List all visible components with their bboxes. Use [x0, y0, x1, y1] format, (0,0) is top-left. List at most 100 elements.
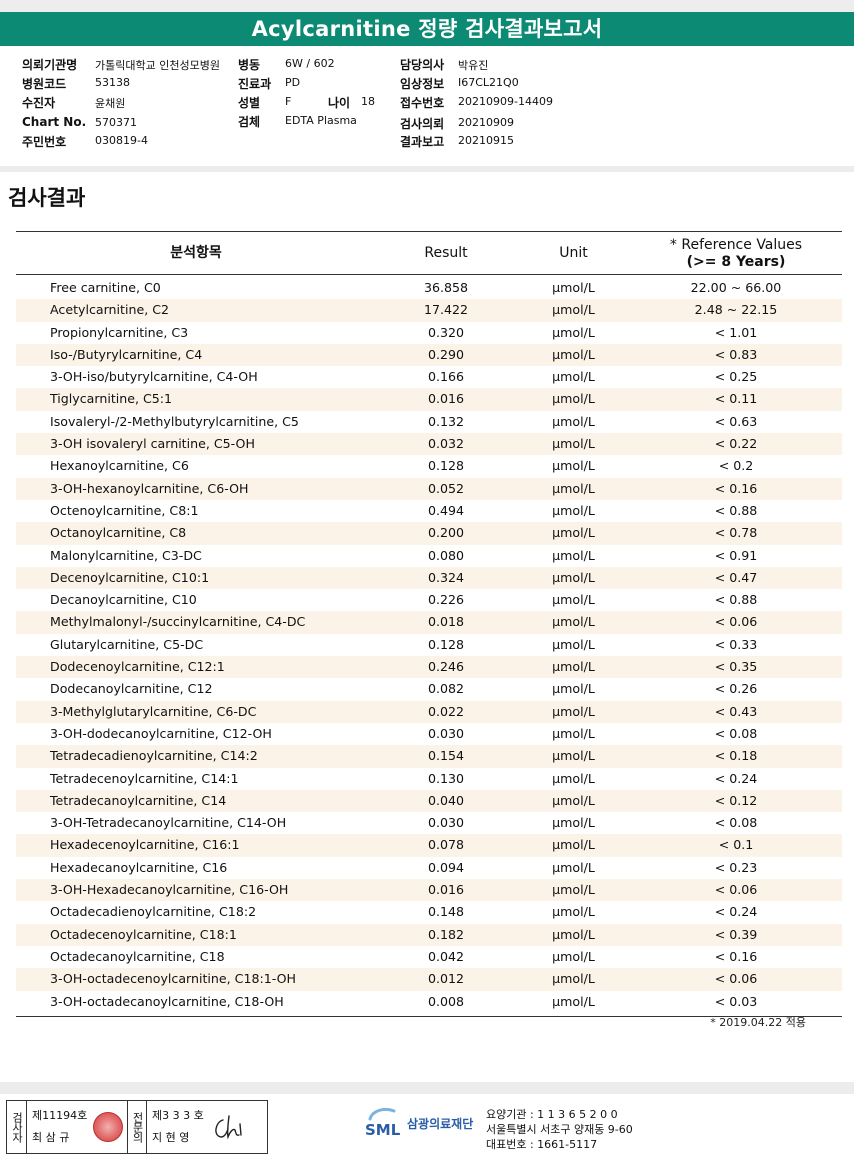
- analyte-name: 3-OH-hexanoylcarnitine, C6-OH: [50, 480, 249, 496]
- info-label: 의뢰기관명: [22, 58, 78, 72]
- result-value: 0.132: [427, 413, 465, 429]
- analyte-name: Octadecenoylcarnitine, C18:1: [50, 926, 237, 942]
- analyte-name: Propionylcarnitine, C3: [50, 324, 189, 340]
- analyte-name: 3-Methylglutarylcarnitine, C6-DC: [50, 703, 257, 719]
- header-item: 분석항목: [170, 245, 222, 261]
- table-row: Glutarylcarnitine, C5-DC 0.128 µmol/L < 0.3…: [16, 634, 842, 656]
- unit-value: µmol/L: [552, 436, 595, 452]
- info-value: 6W / 602: [285, 57, 335, 70]
- result-value: 0.080: [427, 547, 465, 563]
- reference-value: < 0.08: [714, 725, 758, 741]
- table-row: Isovaleryl-/2-Methylbutyrylcarnitine, C5…: [16, 411, 842, 433]
- analyte-name: Tetradecanoylcarnitine, C14: [50, 792, 227, 808]
- analyte-name: 3-OH-octadecenoylcarnitine, C18:1-OH: [50, 971, 297, 987]
- signature-icon: [215, 1115, 242, 1140]
- analyte-name: Dodecanoylcarnitine, C12: [50, 681, 213, 697]
- signer-role-label: 전문의: [127, 1101, 147, 1153]
- result-value: 36.858: [423, 280, 469, 295]
- reference-value: < 0.23: [714, 859, 758, 875]
- result-value: 0.022: [427, 703, 465, 719]
- analyte-name: 3-OH-octadecanoylcarnitine, C18-OH: [50, 993, 284, 1009]
- analyte-name: 3-OH-Hexadecanoylcarnitine, C16-OH: [50, 882, 289, 898]
- info-label: Chart No.: [22, 115, 87, 129]
- unit-value: µmol/L: [552, 636, 595, 652]
- table-header: 분석항목 Result Unit * Reference Values (>= …: [16, 232, 842, 275]
- unit-value: µmol/L: [552, 904, 595, 920]
- reference-value: < 0.43: [714, 703, 758, 719]
- unit-value: µmol/L: [552, 346, 595, 362]
- result-value: 0.130: [427, 770, 465, 786]
- header-reference-line2: (>= 8 Years): [686, 253, 786, 270]
- table-row: Hexadecenoylcarnitine, C16:1 0.078 µmol/L <…: [16, 834, 842, 857]
- info-value: EDTA Plasma: [285, 114, 357, 127]
- info-value: 20210909: [458, 116, 514, 129]
- unit-value: µmol/L: [552, 926, 595, 942]
- unit-value: µmol/L: [552, 837, 595, 853]
- table-row: Octadecanoylcarnitine, C18 0.042 µmol/L < 0…: [16, 946, 842, 968]
- table-body: Free carnitine, C0 36.858 µmol/L 22.00 ~ 66…: [16, 275, 842, 1016]
- unit-value: µmol/L: [552, 748, 595, 764]
- table-row: Tetradecenoylcarnitine, C14:1 0.130 µmol/L…: [16, 768, 842, 790]
- result-value: 0.226: [427, 592, 465, 608]
- reference-value: < 0.25: [714, 369, 758, 385]
- result-value: 0.200: [427, 525, 465, 541]
- result-value: 0.094: [427, 859, 465, 875]
- analyte-name: Iso-/Butyrylcarnitine, C4: [50, 346, 203, 362]
- signer-license: 제3 3 3 호: [152, 1109, 204, 1122]
- info-label: 나이: [328, 96, 351, 110]
- unit-value: µmol/L: [552, 725, 595, 741]
- section-title: 검사결과: [8, 186, 86, 210]
- unit-value: µmol/L: [552, 614, 595, 630]
- info-value: PD: [285, 76, 301, 89]
- organization-address: 서울특별시 서초구 양재동 9-60: [486, 1123, 633, 1136]
- info-label: 병원코드: [22, 77, 67, 91]
- result-value: 0.182: [427, 926, 465, 942]
- analyte-name: Hexanoylcarnitine, C6: [50, 458, 189, 474]
- result-value: 0.290: [427, 346, 465, 362]
- result-value: 0.246: [427, 659, 465, 675]
- table-row: 3-OH-dodecanoylcarnitine, C12-OH 0.030 µmo…: [16, 723, 842, 745]
- reference-value: < 0.24: [714, 770, 758, 786]
- analyte-name: Decanoylcarnitine, C10: [50, 592, 197, 608]
- table-row: Propionylcarnitine, C3 0.320 µmol/L < 1.01: [16, 322, 842, 344]
- analyte-name: 3-OH-iso/butyrylcarnitine, C4-OH: [50, 369, 258, 385]
- table-row: Octadecenoylcarnitine, C18:1 0.182 µmol/L <…: [16, 923, 842, 946]
- signer-role-label: 검사자: [7, 1101, 27, 1153]
- reference-value: < 0.33: [714, 636, 758, 652]
- result-value: 0.030: [427, 815, 465, 831]
- table-row: 3-OH-Hexadecanoylcarnitine, C16-OH 0.016 µ…: [16, 879, 842, 902]
- table-row: Tetradecanoylcarnitine, C14 0.040 µmol/L < …: [16, 789, 842, 813]
- table-row: Acetylcarnitine, C2 17.422 µmol/L 2.48 ~ 22…: [16, 299, 842, 322]
- reference-value: < 0.06: [714, 614, 758, 630]
- patient-info-panel: 의뢰기관명 가톨릭대학교 인천성모병원 병원코드 53138 수진자 윤채원 C…: [0, 46, 854, 166]
- info-value: 570371: [95, 116, 137, 129]
- reference-value: < 0.16: [714, 948, 758, 964]
- info-value: 가톨릭대학교 인천성모병원: [95, 59, 220, 72]
- analyte-name: Acetylcarnitine, C2: [50, 302, 170, 318]
- table-row: 3-OH-Tetradecanoylcarnitine, C14-OH 0.030…: [16, 812, 842, 834]
- unit-value: µmol/L: [552, 413, 595, 429]
- organization-phone: 대표번호 : 1661-5117: [486, 1138, 598, 1151]
- analyte-name: Octenoylcarnitine, C8:1: [50, 502, 199, 518]
- analyte-name: Tiglycarnitine, C5:1: [50, 391, 173, 407]
- info-value: 53138: [95, 76, 130, 89]
- analyte-name: Hexadecenoylcarnitine, C16:1: [50, 837, 240, 853]
- organization-logo: SML 삼광의료재단: [364, 1105, 473, 1141]
- reference-value: < 0.03: [714, 993, 758, 1009]
- result-value: 0.018: [427, 614, 465, 630]
- analyte-name: 3-OH-Tetradecanoylcarnitine, C14-OH: [50, 815, 287, 831]
- info-label: 수진자: [22, 96, 56, 110]
- info-label: 결과보고: [400, 135, 445, 149]
- unit-value: µmol/L: [552, 792, 595, 808]
- info-label: 진료과: [238, 77, 272, 91]
- info-label: 검체: [238, 115, 261, 129]
- info-label: 접수번호: [400, 96, 445, 110]
- table-row: 3-OH-iso/butyrylcarnitine, C4-OH 0.166 µmo…: [16, 366, 842, 388]
- analyte-name: Octadecanoylcarnitine, C18: [50, 948, 225, 964]
- section-divider: [0, 166, 854, 172]
- unit-value: µmol/L: [552, 592, 595, 608]
- table-row: Free carnitine, C0 36.858 µmol/L 22.00 ~ 66…: [16, 277, 842, 299]
- reference-value: < 0.08: [714, 815, 758, 831]
- table-row: 3-OH-octadecenoylcarnitine, C18:1-OH 0.01…: [16, 968, 842, 991]
- unit-value: µmol/L: [552, 547, 595, 563]
